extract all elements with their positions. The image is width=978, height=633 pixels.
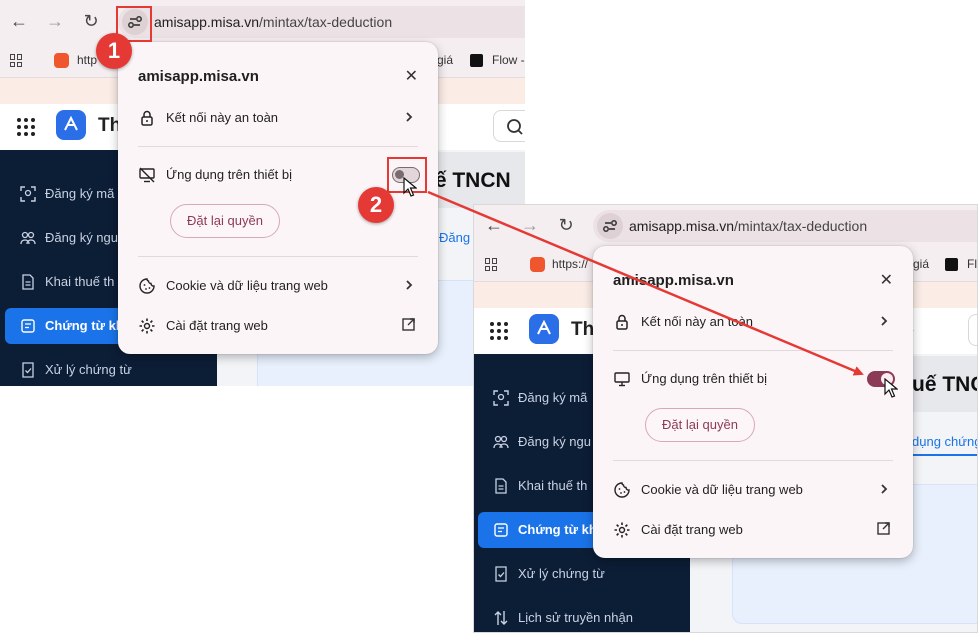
annotation-arrow <box>427 190 864 376</box>
step-badge-2: 2 <box>358 187 394 223</box>
step-badge-1: 1 <box>96 33 132 69</box>
